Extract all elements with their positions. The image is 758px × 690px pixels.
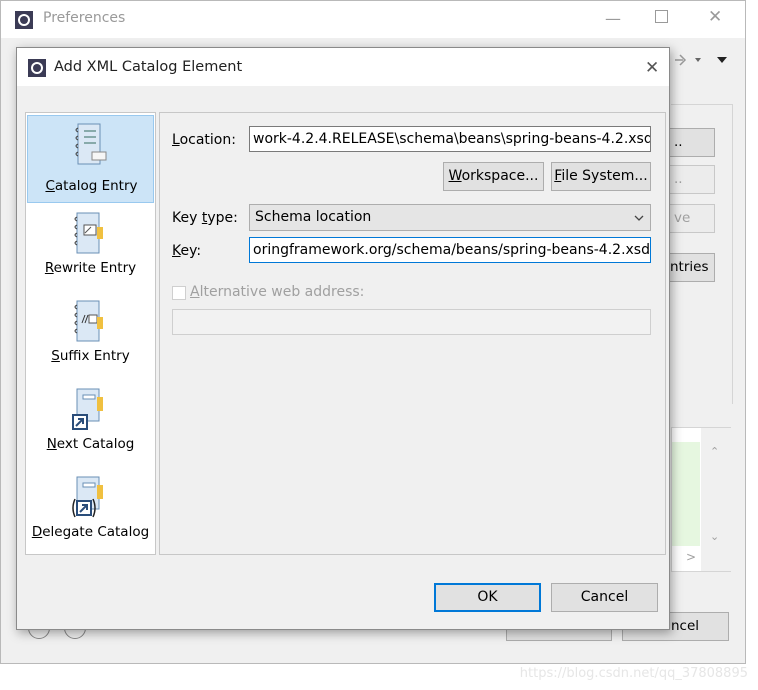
dialog-title: Add XML Catalog Element — [54, 59, 243, 75]
key-type-select[interactable]: Schema location — [249, 204, 651, 231]
catalog-entry-icon — [75, 123, 107, 165]
preferences-title: Preferences — [43, 10, 126, 26]
key-type-label: Key type: — [172, 210, 238, 226]
key-label: Key: — [172, 243, 202, 259]
catalog-entry-panel: Location: work-4.2.4.RELEASE\schema\bean… — [159, 112, 666, 555]
scroll-up-icon[interactable]: ⌃ — [710, 445, 719, 458]
watermark: https://blog.csdn.net/qq_37808895 — [519, 666, 748, 681]
location-input[interactable]: work-4.2.4.RELEASE\schema\beans\spring-b… — [249, 126, 651, 152]
sidebar-item-next-catalog[interactable]: Next Catalog — [27, 381, 154, 469]
scroll-right-icon[interactable]: > — [686, 550, 696, 564]
location-label: Location: — [172, 132, 236, 148]
list-highlight — [672, 442, 700, 546]
ok-button[interactable]: OK — [434, 583, 541, 612]
suffix-entry-icon — [74, 300, 103, 342]
next-catalog-icon — [72, 388, 103, 430]
workspace-button[interactable]: Workspace... — [443, 162, 544, 191]
sidebar-item-delegate-catalog[interactable]: Delegate Catalog — [27, 469, 154, 557]
cancel-button[interactable]: Cancel — [551, 583, 658, 612]
alternative-web-address-checkbox[interactable] — [172, 286, 186, 300]
alternative-web-address-input[interactable] — [172, 309, 651, 335]
eclipse-app-icon — [28, 59, 46, 77]
preferences-title-bar: Preferences — ✕ — [1, 1, 745, 38]
close-icon[interactable]: ✕ — [708, 9, 722, 26]
maximize-icon[interactable] — [655, 10, 668, 23]
file-system-button[interactable]: File System... — [551, 162, 651, 191]
rewrite-entry-icon — [74, 212, 103, 254]
nav-forward-icon[interactable] — [673, 51, 733, 69]
alternative-web-address-label: Alternative web address: — [190, 284, 365, 300]
delegate-catalog-icon — [72, 476, 103, 518]
dialog-close-icon[interactable]: ✕ — [645, 58, 659, 78]
sidebar-item-suffix-entry[interactable]: Suffix Entry — [27, 293, 154, 381]
sidebar-item-rewrite-entry[interactable]: Rewrite Entry — [27, 205, 154, 293]
scroll-down-icon[interactable]: ⌄ — [710, 530, 719, 543]
pref-details-list: ⌃ ⌄ > — [671, 427, 731, 572]
sidebar-item-catalog-entry[interactable]: Catalog Entry — [27, 115, 154, 203]
minimize-icon[interactable]: — — [605, 11, 621, 27]
eclipse-app-icon — [15, 11, 33, 29]
chevron-down-icon — [634, 215, 644, 221]
pref-group-frame — [671, 104, 733, 404]
add-xml-catalog-dialog: Add XML Catalog Element ✕ Catalog Entry — [16, 47, 670, 630]
dialog-title-bar: Add XML Catalog Element ✕ — [17, 48, 669, 86]
catalog-type-list: Catalog Entry Rewrite Entry Suffix Entry — [25, 112, 156, 555]
key-input[interactable]: oringframework.org/schema/beans/spring-b… — [249, 237, 651, 263]
vertical-scrollbar[interactable]: ⌃ ⌄ — [701, 428, 731, 571]
